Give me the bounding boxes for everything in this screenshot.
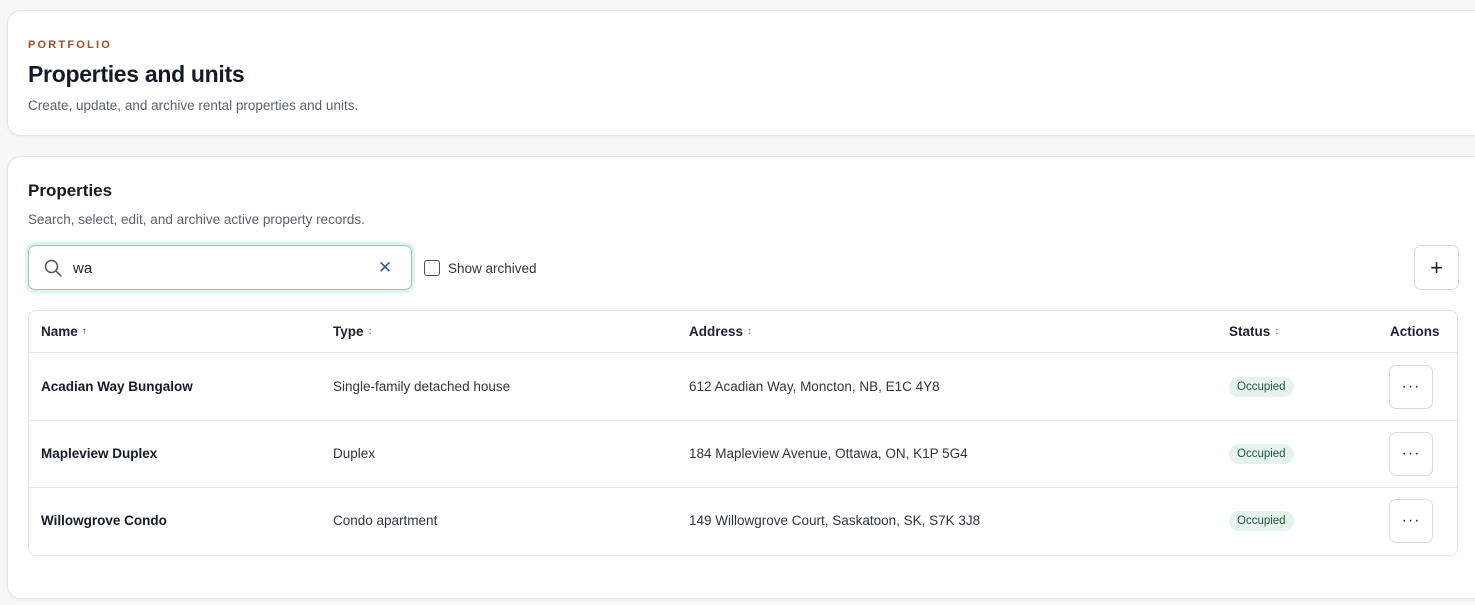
column-header-type[interactable]: Type ↕: [333, 324, 373, 339]
section-title: Properties: [28, 181, 113, 200]
column-label: Status: [1229, 324, 1271, 339]
close-icon[interactable]: ✕: [375, 258, 395, 278]
show-archived-toggle[interactable]: Show archived: [424, 258, 537, 278]
column-label: Address: [689, 324, 744, 339]
section-subtitle: Search, select, edit, and archive active…: [28, 212, 365, 227]
column-label: Type: [333, 324, 364, 339]
table-header: Name ↑ Type ↕ Address ↕ Status ↕ Actions: [29, 311, 1457, 353]
plus-icon: +: [1430, 254, 1443, 280]
more-icon: ···: [1401, 378, 1421, 395]
table-row[interactable]: Willowgrove Condo Condo apartment 149 Wi…: [29, 488, 1457, 555]
page-header-card: PORTFOLIO Properties and units Create, u…: [7, 10, 1475, 136]
search-input[interactable]: [73, 256, 363, 280]
cell-name[interactable]: Acadian Way Bungalow: [41, 379, 193, 394]
more-icon: ···: [1401, 445, 1421, 462]
cell-type: Duplex: [333, 446, 376, 461]
properties-card: Properties Search, select, edit, and arc…: [7, 156, 1475, 599]
sort-icon: ↕: [747, 326, 753, 337]
cell-type: Condo apartment: [333, 513, 438, 528]
status-badge: Occupied: [1229, 511, 1294, 531]
cell-type: Single-family detached house: [333, 379, 511, 394]
properties-table: Name ↑ Type ↕ Address ↕ Status ↕ Actions…: [28, 310, 1458, 556]
page-subtitle: Create, update, and archive rental prope…: [28, 98, 359, 113]
row-actions-button[interactable]: ···: [1389, 365, 1433, 409]
cell-name[interactable]: Willowgrove Condo: [41, 513, 167, 528]
eyebrow-label: PORTFOLIO: [28, 39, 112, 51]
sort-icon: ↕: [367, 326, 373, 337]
search-icon: [44, 259, 62, 277]
sort-ascending-icon: ↑: [81, 326, 87, 337]
column-header-status[interactable]: Status ↕: [1229, 324, 1279, 339]
table-row[interactable]: Acadian Way Bungalow Single-family detac…: [29, 354, 1457, 421]
column-header-address[interactable]: Address ↕: [689, 324, 752, 339]
cell-name[interactable]: Mapleview Duplex: [41, 446, 157, 461]
show-archived-checkbox[interactable]: [424, 260, 440, 276]
add-property-button[interactable]: +: [1414, 245, 1459, 290]
show-archived-label: Show archived: [448, 260, 537, 276]
row-actions-button[interactable]: ···: [1389, 432, 1433, 476]
search-field[interactable]: ✕: [28, 245, 412, 290]
table-row[interactable]: Mapleview Duplex Duplex 184 Mapleview Av…: [29, 421, 1457, 488]
column-header-actions: Actions: [1390, 324, 1440, 339]
column-label: Actions: [1390, 324, 1440, 339]
column-header-name[interactable]: Name ↑: [41, 324, 87, 339]
cell-address: 149 Willowgrove Court, Saskatoon, SK, S7…: [689, 513, 981, 528]
page-title: Properties and units: [28, 61, 245, 87]
cell-address: 184 Mapleview Avenue, Ottawa, ON, K1P 5G…: [689, 446, 968, 461]
sort-icon: ↕: [1274, 326, 1280, 337]
more-icon: ···: [1401, 512, 1421, 529]
column-label: Name: [41, 324, 78, 339]
cell-address: 612 Acadian Way, Moncton, NB, E1C 4Y8: [689, 379, 940, 394]
row-actions-button[interactable]: ···: [1389, 499, 1433, 543]
status-badge: Occupied: [1229, 377, 1294, 397]
status-badge: Occupied: [1229, 444, 1294, 464]
